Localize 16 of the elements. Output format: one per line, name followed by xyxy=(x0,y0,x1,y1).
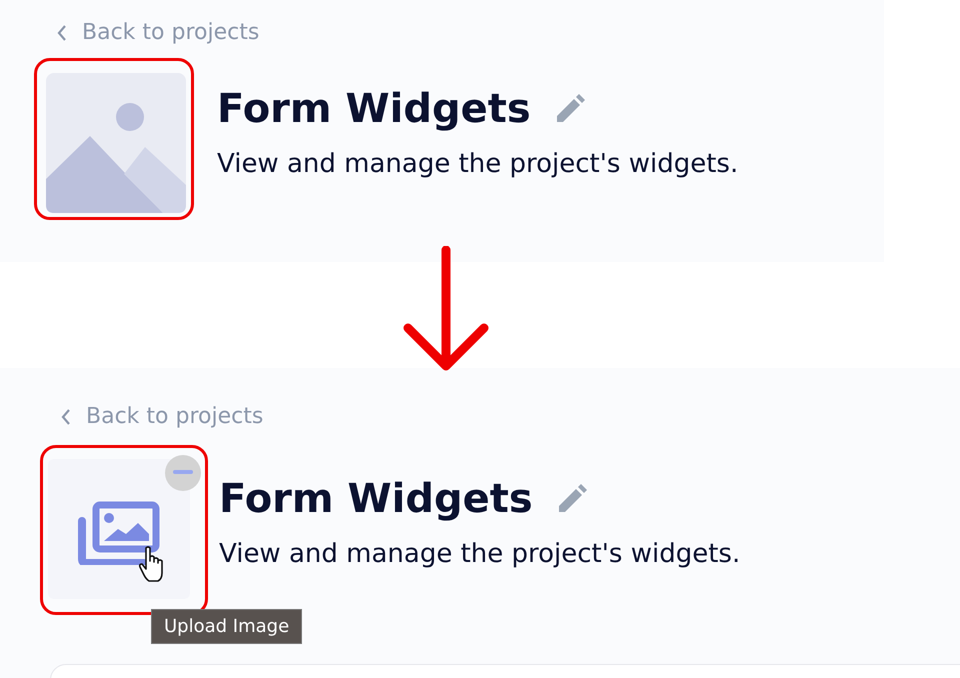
chevron-left-icon xyxy=(56,24,68,42)
remove-icon[interactable] xyxy=(165,455,201,491)
page-title: Form Widgets xyxy=(217,85,531,133)
images-icon xyxy=(78,501,160,565)
pencil-icon[interactable] xyxy=(556,484,587,514)
upload-image-button[interactable] xyxy=(48,459,190,599)
hand-cursor-icon xyxy=(138,545,166,583)
back-link[interactable]: Back to projects xyxy=(56,20,260,45)
tooltip: Upload Image xyxy=(151,609,302,644)
image-placeholder-icon[interactable] xyxy=(46,73,186,213)
page-title: Form Widgets xyxy=(219,475,533,523)
page-description: View and manage the project's widgets. xyxy=(217,149,738,179)
back-link[interactable]: Back to projects xyxy=(60,404,264,429)
pencil-icon[interactable] xyxy=(554,94,585,124)
page-description: View and manage the project's widgets. xyxy=(219,539,740,569)
chevron-left-icon xyxy=(60,408,72,426)
